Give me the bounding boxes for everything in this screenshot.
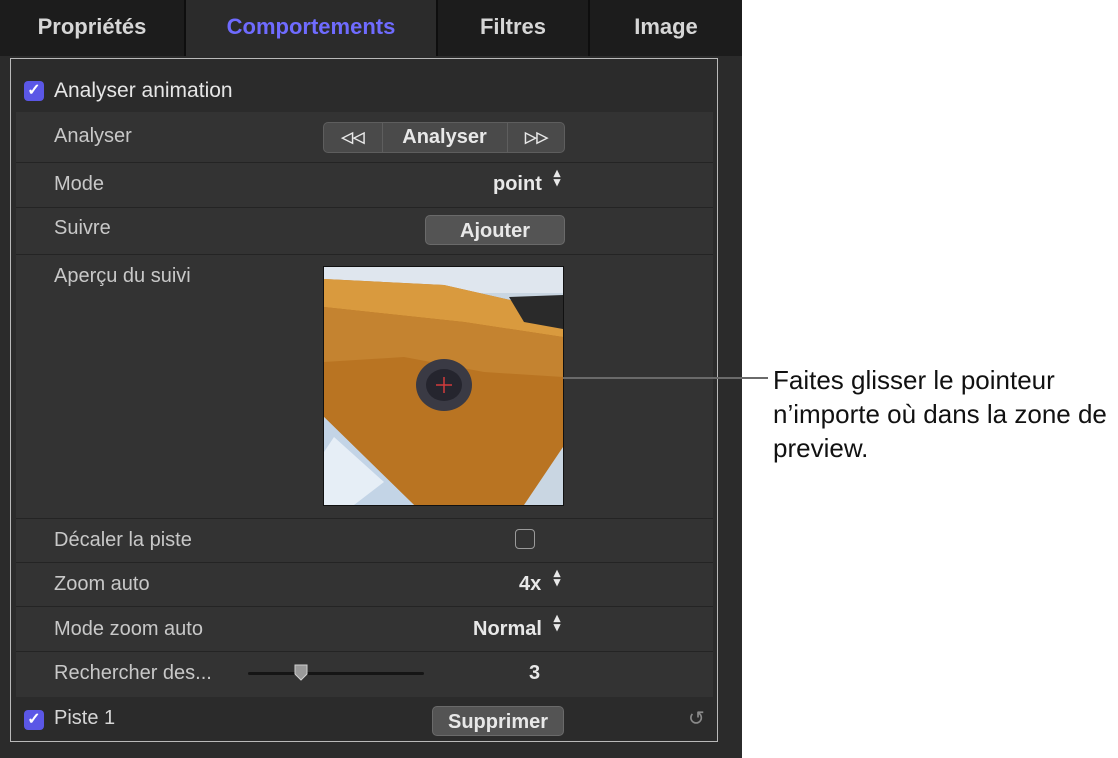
preview-label: Aperçu du suivi [54,265,191,287]
mode-label: Mode [54,173,105,195]
callout-text: Faites glisser le pointeur n’importe où … [773,365,1107,463]
search-slider-thumb[interactable] [293,664,309,682]
mode-popup[interactable]: point [493,173,542,196]
follow-label: Suivre [54,217,111,239]
tab-bar: Propriétés Comportements Filtres Image [0,0,742,56]
zoom-mode-label: Mode zoom auto [54,618,203,640]
tab-properties[interactable]: Propriétés [0,0,186,56]
mode-stepper-icon: ▴ ▾ [553,165,561,189]
analyze-segmented-control: ◁◁ Analyser ▷▷ [323,122,565,153]
mode-row [16,162,713,208]
analyze-animation-checkbox[interactable]: ✓ [24,81,44,101]
analyze-button[interactable]: Analyser [383,123,506,152]
tab-behaviors[interactable]: Comportements [186,0,438,56]
zoom-stepper-icon: ▴ ▾ [553,565,561,589]
analyze-label: Analyser [54,125,132,147]
search-label: Rechercher des... [54,662,212,684]
preview-image [324,267,563,505]
tab-image[interactable]: Image [590,0,742,56]
offset-checkbox[interactable] [515,529,535,549]
search-value[interactable]: 3 [529,662,540,685]
analyze-backward-button[interactable]: ◁◁ [324,123,383,152]
follow-row [16,207,713,255]
analyze-forward-button[interactable]: ▷▷ [507,123,565,152]
zoom-popup[interactable]: 4x [519,573,541,596]
section-title: Analyser animation [54,79,233,102]
tab-filters[interactable]: Filtres [438,0,590,56]
tracking-preview[interactable] [323,266,564,506]
delete-button[interactable]: Supprimer [432,706,564,736]
track-checkbox[interactable]: ✓ [24,710,44,730]
inspector-panel: Propriétés Comportements Filtres Image ✓… [0,0,742,758]
callout-leader-line [563,377,768,379]
offset-label: Décaler la piste [54,529,192,551]
add-button[interactable]: Ajouter [425,215,565,245]
track-label: Piste 1 [54,707,116,729]
zoom-label: Zoom auto [54,573,150,595]
zoom-mode-popup[interactable]: Normal [473,618,542,641]
reset-icon[interactable]: ↺ [688,706,705,731]
search-slider-track[interactable] [248,672,424,675]
zoom-mode-stepper-icon: ▴ ▾ [553,610,561,634]
